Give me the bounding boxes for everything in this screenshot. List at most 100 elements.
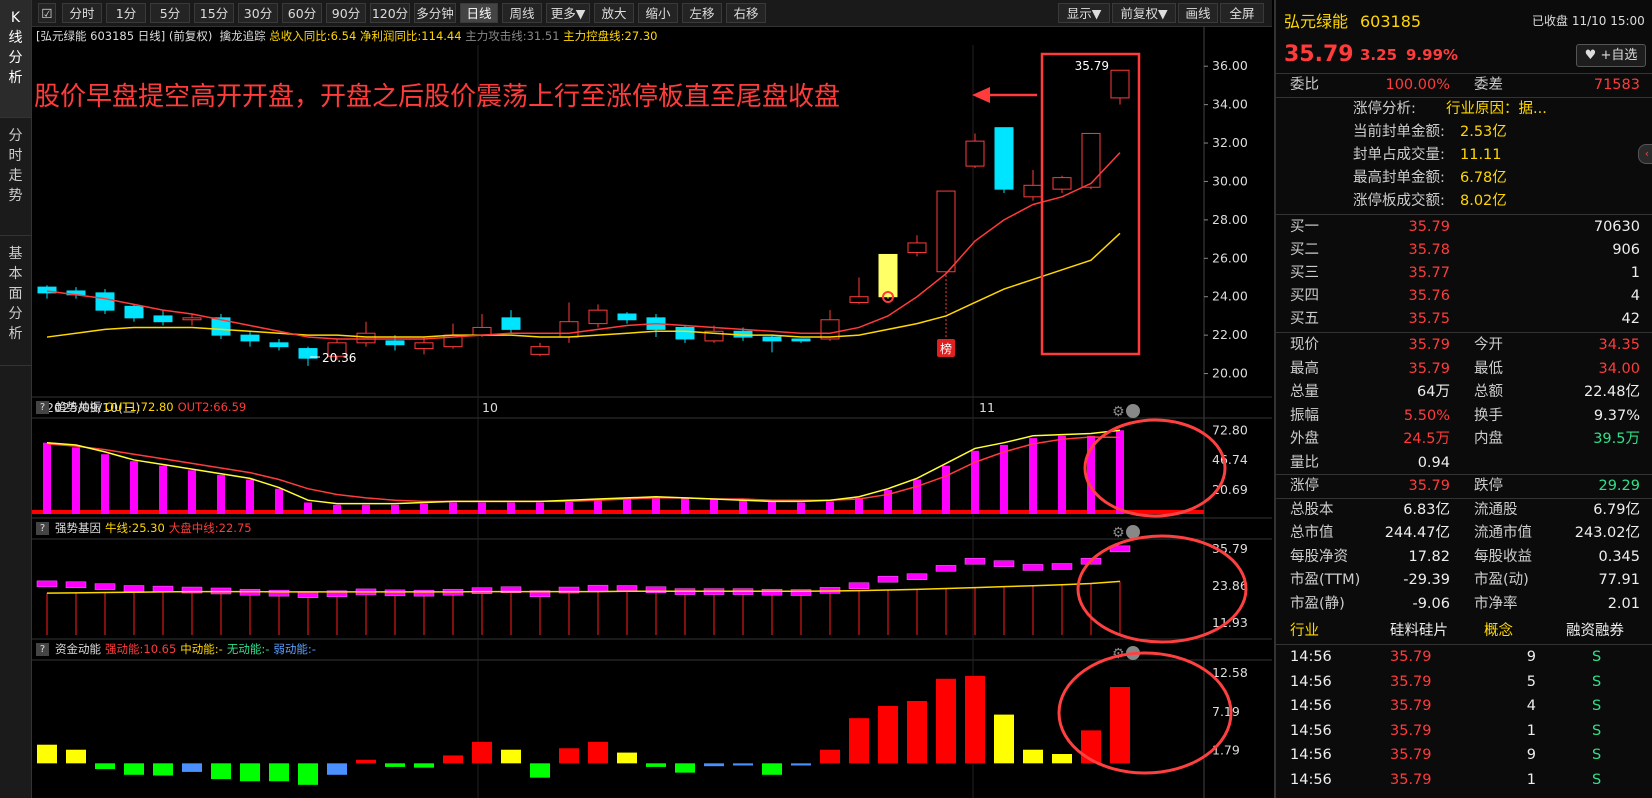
fund-bar xyxy=(762,763,782,775)
gear-icon[interactable]: ⚙ xyxy=(1112,525,1125,541)
bang-badge-label: 榜 xyxy=(940,341,952,356)
trend-bar xyxy=(855,497,863,514)
trend-bar xyxy=(43,442,51,514)
tab-kline-analysis[interactable]: K线分析 xyxy=(0,0,31,118)
bid-price: 35.78 xyxy=(1408,242,1450,258)
fund-bar xyxy=(994,714,1014,764)
stat-value: 35.79 xyxy=(1408,360,1450,377)
toolbar-btn-13[interactable]: 缩小 xyxy=(638,3,678,23)
limit-reason[interactable]: 行业原因：据... xyxy=(1446,98,1547,121)
toolbar-btn-7[interactable]: 120分 xyxy=(370,3,410,23)
stat-label: 换手 xyxy=(1474,407,1503,424)
toolbar-right-btn-1[interactable]: 前复权▼ xyxy=(1112,3,1176,23)
fund-bar xyxy=(356,759,376,764)
toolbar-btn-11[interactable]: 更多▼ xyxy=(546,3,590,23)
stock-code: 603185 xyxy=(1360,12,1422,31)
limit-turnover-row: 涨停板成交额: 8.02亿 xyxy=(1276,190,1652,213)
weicha-label: 委差 xyxy=(1474,77,1503,93)
collapse-arrow-icon[interactable]: ‹ xyxy=(1638,144,1652,164)
chart-area[interactable]: [弘元绿能 603185 日线] (前复权) 擒龙追踪 总收入同比:6.54 净… xyxy=(32,27,1272,798)
stat-value: 0.345 xyxy=(1598,548,1640,565)
margin-label[interactable]: 融资融券 xyxy=(1566,620,1624,643)
stat-value: -9.06 xyxy=(1412,595,1450,612)
stock-name: 弘元绿能 xyxy=(1284,12,1349,31)
concept-label[interactable]: 概念 xyxy=(1484,620,1513,643)
toolbar-btn-6[interactable]: 90分 xyxy=(326,3,366,23)
limit-analysis-row[interactable]: 涨停分析: 行业原因：据... xyxy=(1276,98,1652,121)
help-icon[interactable]: ? xyxy=(36,643,49,656)
tick-price: 35.79 xyxy=(1390,673,1432,690)
trend-bar xyxy=(478,502,486,514)
tab-fundamental-label: 基本面分析 xyxy=(8,246,23,342)
toolbar-btn-8[interactable]: 多分钟 xyxy=(414,3,456,23)
candle-body xyxy=(762,336,782,342)
toolbar-btn-1[interactable]: 1分 xyxy=(106,3,146,23)
toolbar-right-btn-3[interactable]: 全屏 xyxy=(1220,3,1264,23)
tab-timeshare[interactable]: 分时走势 xyxy=(0,118,31,236)
fund-bar xyxy=(414,763,434,768)
fund-weak: 弱动能:- xyxy=(273,642,316,656)
close-icon[interactable] xyxy=(1126,404,1140,418)
help-icon[interactable]: ? xyxy=(36,522,49,535)
limit-turnover-value: 8.02亿 xyxy=(1460,193,1507,209)
toolbar-btn-10[interactable]: 周线 xyxy=(502,3,542,23)
industry-value[interactable]: 硅料硅片 xyxy=(1390,620,1448,643)
strong-bar xyxy=(268,589,290,597)
tick-row: 14:56 35.79 5 S xyxy=(1276,671,1652,694)
stat-label: 总股本 xyxy=(1290,501,1334,518)
help-icon[interactable]: ? xyxy=(36,401,49,414)
stat-label: 市盈(静) xyxy=(1290,595,1345,612)
price-change: 3.25 xyxy=(1360,46,1398,64)
fund-bar xyxy=(820,749,840,764)
candle-body xyxy=(588,309,608,325)
candle-body xyxy=(124,305,144,319)
candle-body xyxy=(501,317,521,330)
toolbar-right-btn-0[interactable]: 显示▼ xyxy=(1058,3,1110,23)
trend-bar xyxy=(739,500,747,514)
fund-bar xyxy=(588,741,608,764)
toolbar-right-btn-2[interactable]: 画线 xyxy=(1178,3,1218,23)
seal-amount-row: 当前封单金额: 2.53亿 xyxy=(1276,121,1652,144)
candle-body xyxy=(1110,69,1130,99)
candle-body xyxy=(936,190,956,273)
strong-bar xyxy=(471,587,493,594)
gear-icon[interactable]: ⚙ xyxy=(1112,404,1125,420)
trend-out2: OUT2:66.59 xyxy=(177,400,247,414)
stat-label: 每股净资 xyxy=(1290,548,1348,565)
toolbar-btn-12[interactable]: 放大 xyxy=(594,3,634,23)
highlight-box xyxy=(1040,52,1141,356)
bid-volume: 70630 xyxy=(1593,219,1640,235)
trend-panel-title: 趋势共振 xyxy=(55,400,101,414)
price-axis-label: 30.00 xyxy=(1212,173,1248,188)
tick-price: 35.79 xyxy=(1390,698,1432,714)
toolbar-btn-15[interactable]: 右移 xyxy=(726,3,766,23)
checkbox-icon[interactable]: ☑ xyxy=(38,3,56,23)
trend-bar xyxy=(188,470,196,514)
bid-row: 买一 35.79 70630 xyxy=(1276,216,1652,239)
strong-bar xyxy=(935,565,957,572)
trend-bar xyxy=(768,501,776,514)
toolbar-btn-9[interactable]: 日线 xyxy=(460,3,498,23)
add-watchlist-button[interactable]: ♥ +自选 xyxy=(1576,44,1646,67)
toolbar-btn-14[interactable]: 左移 xyxy=(682,3,722,23)
trend-bar xyxy=(797,502,805,514)
toolbar-btn-5[interactable]: 60分 xyxy=(282,3,322,23)
stat-value: 64万 xyxy=(1417,384,1450,400)
stat-label: 最高 xyxy=(1290,360,1319,377)
stat-value: 0.94 xyxy=(1417,454,1450,471)
tab-fundamental[interactable]: 基本面分析 xyxy=(0,236,31,366)
highlight-ellipse xyxy=(1057,651,1233,775)
toolbar-btn-4[interactable]: 30分 xyxy=(238,3,278,23)
toolbar-btn-0[interactable]: 分时 xyxy=(62,3,102,23)
trend-bar xyxy=(391,504,399,514)
stat-value: 29.29 xyxy=(1598,478,1640,494)
stat-value: 39.5万 xyxy=(1593,431,1640,447)
toolbar-btn-2[interactable]: 5分 xyxy=(150,3,190,23)
stat-row: 总市值 244.47亿 流通市值 243.02亿 xyxy=(1276,522,1652,545)
fund-bar xyxy=(530,763,550,778)
candle-body xyxy=(907,242,927,254)
toolbar-btn-3[interactable]: 15分 xyxy=(194,3,234,23)
fund-axis-label: 7.19 xyxy=(1212,704,1240,719)
strong-bar xyxy=(790,589,812,596)
bid-label: 买四 xyxy=(1290,288,1319,304)
